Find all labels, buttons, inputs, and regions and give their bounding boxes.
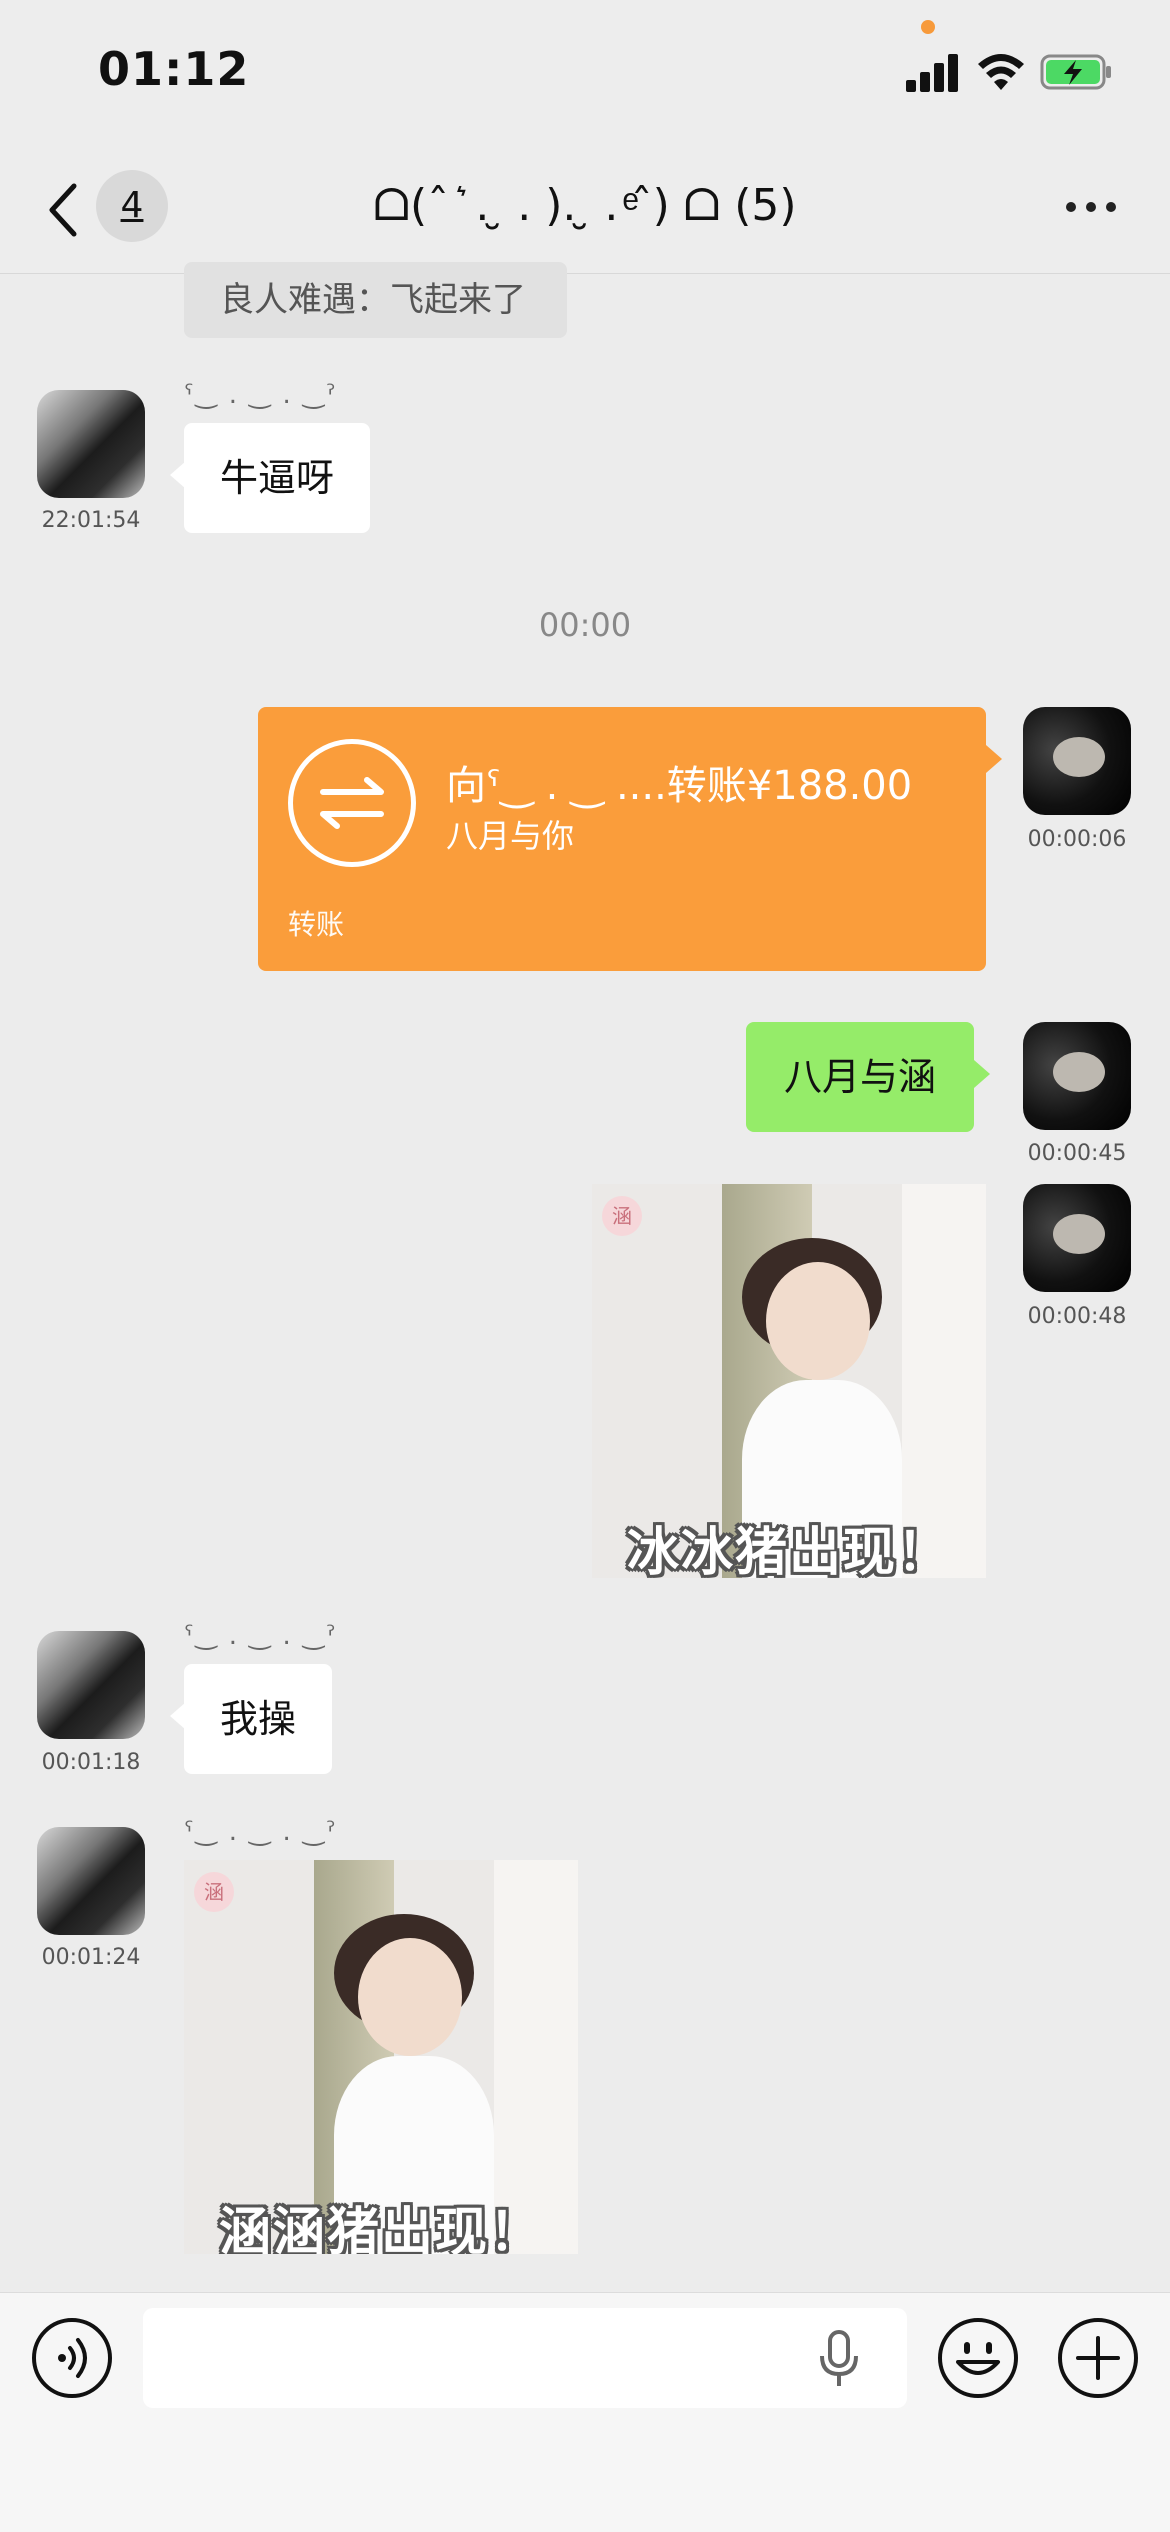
message-timestamp: 00:00:45	[1027, 1141, 1127, 1166]
avatar[interactable]	[37, 390, 145, 498]
sender-name: ˁ‿ . ‿ . ‿ˀ	[184, 380, 338, 410]
message-bubble[interactable]: 牛逼呀	[169, 423, 371, 533]
time-divider: 00:00	[538, 606, 632, 644]
transfer-note: 八月与你	[446, 817, 575, 855]
mic-icon[interactable]	[816, 2328, 862, 2390]
avatar[interactable]	[1023, 1022, 1131, 1130]
cellular-signal-icon	[906, 52, 960, 92]
message-timestamp: 00:00:06	[1027, 827, 1127, 852]
transfer-label: 转账	[288, 908, 345, 941]
sender-name: ˁ‿ . ‿ . ‿ˀ	[184, 1621, 338, 1651]
avatar[interactable]	[1023, 707, 1131, 815]
quoted-message[interactable]: 良人难遇：飞起来了	[184, 262, 567, 338]
message-timestamp: 22:01:54	[41, 508, 141, 533]
battery-charging-icon	[1040, 54, 1111, 90]
status-time: 01:12	[98, 42, 250, 96]
privacy-indicator-dot	[921, 20, 935, 34]
message-timestamp: 00:01:24	[41, 1945, 141, 1970]
stamp-badge: 涵	[194, 1872, 234, 1912]
avatar[interactable]	[1023, 1184, 1131, 1292]
sticker-caption: 涵涵猪出现！	[218, 2203, 543, 2254]
sticker-image[interactable]: 涵 冰冰猪出现！	[592, 1184, 986, 1578]
unread-count-badge[interactable]: 4	[96, 170, 168, 242]
wifi-icon	[978, 54, 1024, 90]
voice-icon[interactable]	[30, 2316, 114, 2400]
message-timestamp: 00:01:18	[41, 1750, 141, 1775]
chevron-left-icon[interactable]	[42, 180, 82, 240]
avatar[interactable]	[37, 1631, 145, 1739]
message-bubble[interactable]: 我操	[169, 1664, 333, 1774]
transfer-amount: 向ˁ‿ . ‿ ....转账¥188.00	[446, 763, 913, 809]
sender-name: ˁ‿ . ‿ . ‿ˀ	[184, 1817, 338, 1847]
transfer-card[interactable]: 向ˁ‿ . ‿ ....转账¥188.00 八月与你 转账	[258, 707, 1002, 971]
message-bubble[interactable]: 八月与涵	[746, 1022, 991, 1132]
emoji-icon[interactable]	[936, 2316, 1020, 2400]
more-dots-icon[interactable]	[1066, 196, 1116, 216]
sticker-caption: 冰冰猪出现！	[626, 1523, 951, 1578]
stamp-badge: 涵	[602, 1196, 642, 1236]
sticker-image[interactable]: 涵 涵涵猪出现！	[184, 1860, 578, 2254]
message-timestamp: 00:00:48	[1027, 1304, 1127, 1329]
plus-icon[interactable]	[1056, 2316, 1140, 2400]
transfer-arrows-icon	[288, 739, 416, 867]
avatar[interactable]	[37, 1827, 145, 1935]
message-input[interactable]	[143, 2308, 907, 2408]
chat-title: ᗝ(ˆ ͛ . ̮ . ). ̮ . ͤˆ) ᗝ (5)	[373, 180, 797, 231]
